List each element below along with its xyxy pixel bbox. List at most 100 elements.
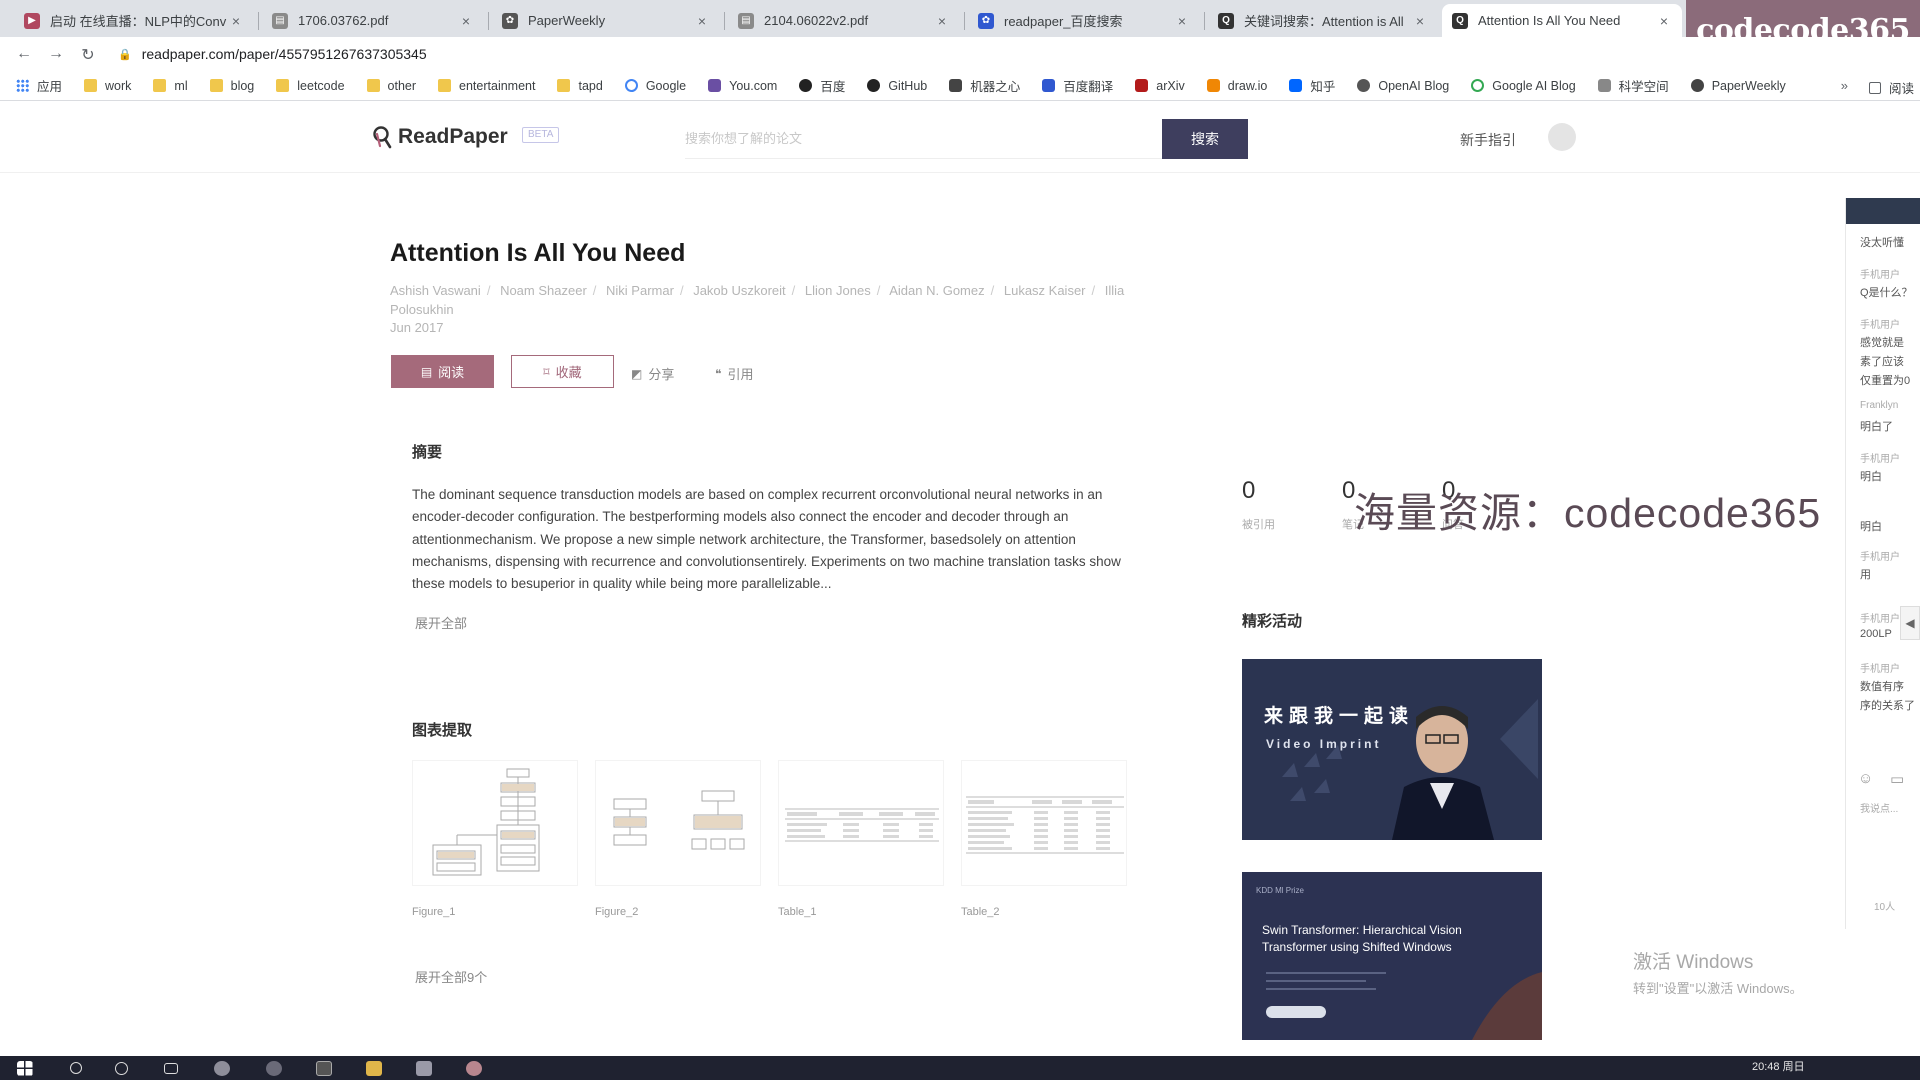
bookmark-leetcode[interactable]: leetcode — [276, 78, 345, 93]
bookmark-other[interactable]: other — [366, 79, 416, 93]
search-icon[interactable] — [70, 1062, 82, 1074]
bookmark-jiqizhixin[interactable]: 机器之心 — [949, 76, 1020, 95]
collapse-panel-arrow-icon[interactable]: ◀ — [1900, 606, 1920, 640]
presenter-photo-icon — [1282, 699, 1538, 840]
tab-close-icon[interactable]: × — [694, 13, 710, 29]
figure-thumbnail[interactable] — [595, 760, 761, 886]
table-thumbnail[interactable] — [778, 760, 944, 886]
tab-close-icon[interactable]: × — [1412, 13, 1428, 29]
drawio-icon — [1206, 79, 1220, 92]
bookmark-github[interactable]: GitHub — [867, 79, 927, 93]
reload-icon[interactable]: ↻ — [78, 45, 98, 65]
tab-close-icon[interactable]: × — [934, 13, 950, 29]
chat-user: 手机用户 — [1860, 454, 1900, 465]
tab-baidu-search[interactable]: ✿ readpaper_百度搜索 × — [968, 4, 1200, 37]
bookmark-paperweekly[interactable]: PaperWeekly — [1690, 79, 1786, 93]
tab-pdf-1706[interactable]: ▤ 1706.03762.pdf × — [262, 4, 484, 37]
swin-transformer-banner[interactable]: KDD Ml Prize Swin Transformer: Hierarchi… — [1242, 872, 1542, 1040]
reading-list[interactable]: 阅读 — [1868, 78, 1914, 97]
tab-close-icon[interactable]: × — [1656, 13, 1672, 29]
github-icon — [867, 79, 881, 92]
bookmark-google-ai-blog[interactable]: Google AI Blog — [1471, 78, 1576, 93]
taskbar-app-icon[interactable] — [266, 1061, 282, 1076]
expand-figures-link[interactable]: 展开全部9个 — [415, 967, 487, 986]
address-bar[interactable]: 🔒 readpaper.com/paper/455795126763730534… — [118, 41, 427, 67]
tab-title: readpaper_百度搜索 — [1004, 14, 1123, 29]
bookmark-tapd[interactable]: tapd — [557, 79, 603, 93]
taskbar-app-icon[interactable] — [416, 1061, 432, 1076]
user-avatar[interactable] — [1548, 123, 1576, 151]
bookmark-baidu-translate[interactable]: 百度翻译 — [1042, 76, 1113, 95]
bookmarks-overflow-icon[interactable]: » — [1841, 78, 1848, 93]
bookmark-kexuekongjian[interactable]: 科学空间 — [1597, 76, 1669, 95]
chat-user: 手机用户 — [1860, 320, 1900, 331]
tab-attention-active[interactable]: Q Attention Is All You Need × — [1442, 4, 1682, 37]
bookmark-work[interactable]: work — [84, 79, 131, 93]
file-explorer-icon[interactable] — [366, 1061, 382, 1076]
beginner-guide-link[interactable]: 新手指引 — [1460, 130, 1516, 150]
bookmark-blog[interactable]: blog — [209, 79, 254, 93]
bookmark-entertainment[interactable]: entertainment — [438, 79, 535, 93]
bookmark-icon: ⌑ — [543, 364, 550, 379]
expand-abstract-link[interactable]: 展开全部 — [415, 613, 467, 632]
back-arrow-icon[interactable]: ← — [14, 45, 34, 63]
cite-button[interactable]: ❝ 引用 — [715, 364, 753, 383]
cortana-icon[interactable] — [115, 1062, 128, 1075]
author-link[interactable]: Llion Jones — [805, 283, 871, 298]
tab-close-icon[interactable]: × — [228, 13, 244, 29]
forward-arrow-icon[interactable]: → — [46, 45, 66, 63]
live-chat-panel: 没太听懂 手机用户 Q是什么？ 手机用户 感觉就是 素了应该 仅重置为0 Fra… — [1845, 198, 1920, 929]
tab-close-icon[interactable]: × — [458, 13, 474, 29]
bookmark-apps[interactable]: 应用 — [16, 76, 62, 95]
bookmark-label: Google AI Blog — [1492, 78, 1576, 93]
readpaper-logo[interactable]: ReadPaper — [372, 125, 508, 149]
figure-thumbnail[interactable] — [412, 760, 578, 886]
table-preview-thumbnail — [785, 808, 939, 842]
bookmark-youcom[interactable]: You.com — [708, 79, 777, 93]
chat-message: 感觉就是 — [1860, 337, 1904, 349]
taskbar-app-icon[interactable] — [316, 1061, 332, 1076]
paper-search-input[interactable] — [685, 119, 1162, 159]
author-link[interactable]: Ashish Vaswani — [390, 283, 481, 298]
bookmark-arxiv[interactable]: arXiv — [1135, 78, 1185, 93]
author-link[interactable]: Lukasz Kaiser — [1004, 283, 1086, 298]
tab-keyword-search[interactable]: Q 关键词搜索：Attention is All × — [1208, 4, 1438, 37]
google-icon — [624, 79, 638, 92]
tab-pdf-2104[interactable]: ▤ 2104.06022v2.pdf × — [728, 4, 960, 37]
bookmark-google[interactable]: Google — [624, 79, 686, 93]
bookmark-openai-blog[interactable]: OpenAI Blog — [1357, 79, 1449, 93]
windows-start-icon[interactable] — [17, 1061, 33, 1076]
bookmark-ml[interactable]: ml — [153, 79, 188, 93]
task-view-icon[interactable] — [164, 1063, 178, 1074]
share-button[interactable]: ◩ 分享 — [631, 364, 674, 383]
tab-live[interactable]: ▶ 启动 在线直播：NLP中的Conv × — [14, 4, 254, 37]
site-header: ReadPaper BETA 搜索 新手指引 — [0, 101, 1920, 173]
collect-button[interactable]: ⌑ 收藏 — [511, 355, 614, 388]
chat-input-hint[interactable]: 我说点... — [1860, 800, 1898, 815]
chrome-icon[interactable] — [466, 1061, 482, 1076]
logo-text: ReadPaper — [398, 125, 508, 148]
author-link[interactable]: Jakob Uszkoreit — [693, 283, 785, 298]
bookmark-drawio[interactable]: draw.io — [1206, 79, 1267, 93]
bookmark-baidu[interactable]: 百度 — [799, 76, 845, 95]
taskbar-app-icon[interactable] — [214, 1061, 230, 1076]
bookmark-label: arXiv — [1156, 78, 1185, 93]
tab-close-icon[interactable]: × — [1174, 13, 1190, 29]
bookmark-zhihu[interactable]: 知乎 — [1289, 76, 1335, 95]
bookmark-label: leetcode — [297, 78, 345, 93]
table-thumbnail[interactable] — [961, 760, 1127, 886]
author-link[interactable]: Niki Parmar — [606, 283, 674, 298]
comment-icon[interactable]: ▭ — [1890, 770, 1904, 788]
publish-date: Jun 2017 — [390, 320, 444, 335]
video-imprint-banner[interactable]: 来跟我一起读 Video Imprint — [1242, 659, 1542, 840]
figure-label: Figure_2 — [595, 906, 639, 918]
emoji-icon[interactable]: ☺ — [1858, 770, 1873, 787]
author-link[interactable]: Aidan N. Gomez — [889, 283, 984, 298]
chat-message: 200LP — [1860, 628, 1892, 640]
search-button[interactable]: 搜索 — [1162, 119, 1248, 159]
chat-user: 手机用户 — [1860, 664, 1900, 675]
tab-paperweekly[interactable]: ✿ PaperWeekly × — [492, 4, 720, 37]
read-button[interactable]: ▤ 阅读 — [391, 355, 494, 388]
author-link[interactable]: Noam Shazeer — [500, 283, 587, 298]
chat-panel-header — [1846, 198, 1920, 224]
